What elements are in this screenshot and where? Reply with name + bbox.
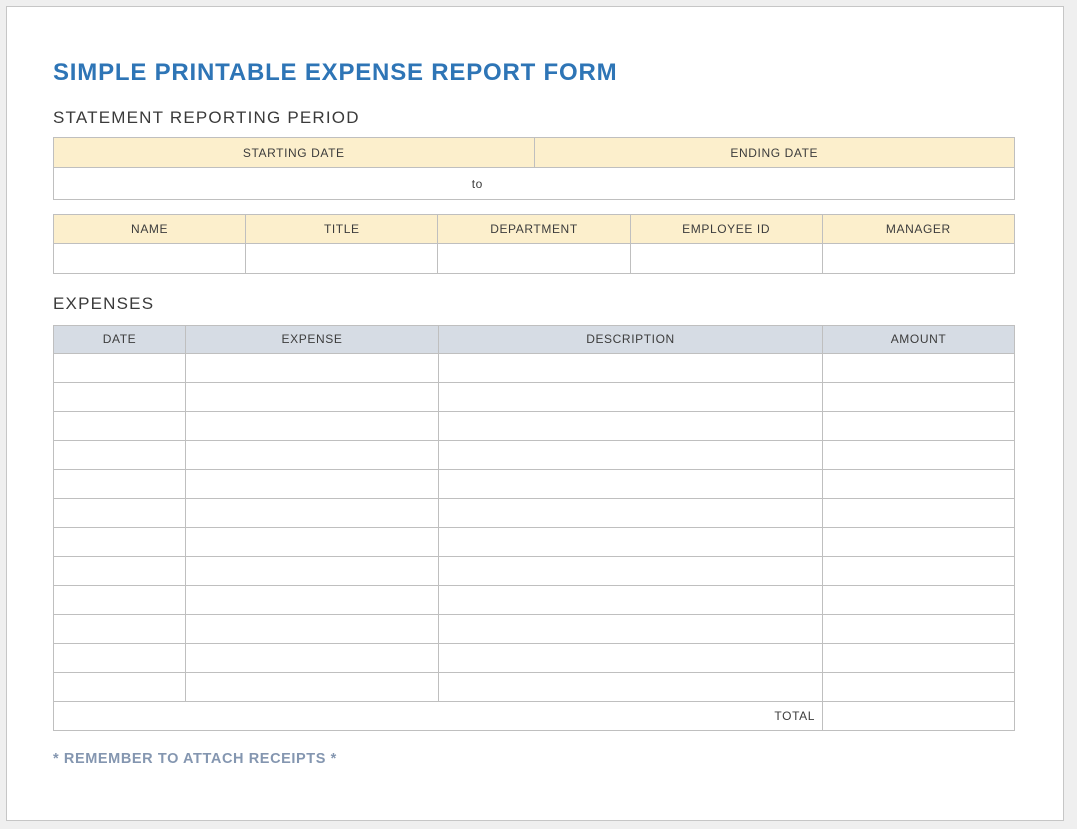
expense-cell[interactable] [439,643,823,672]
expense-cell[interactable] [186,440,439,469]
expense-cell[interactable] [54,614,186,643]
department-cell[interactable] [438,244,630,274]
expense-row [54,469,1015,498]
expense-cell[interactable] [439,469,823,498]
description-header: DESCRIPTION [439,325,823,353]
manager-cell[interactable] [822,244,1014,274]
total-label: TOTAL [54,701,823,730]
expense-cell[interactable] [823,614,1015,643]
expense-cell[interactable] [823,585,1015,614]
expense-cell[interactable] [439,498,823,527]
expense-cell[interactable] [439,411,823,440]
expenses-table: DATE EXPENSE DESCRIPTION AMOUNT TOTAL [53,325,1015,731]
viewport-background-strip [0,821,1077,829]
reporting-period-header-row: STARTING DATE ENDING DATE [54,138,1015,168]
employee-id-cell[interactable] [630,244,822,274]
reporting-period-value-row: to [54,168,1015,200]
manager-header: MANAGER [822,215,1014,244]
expense-row [54,353,1015,382]
expense-cell[interactable] [823,440,1015,469]
expense-cell[interactable] [823,469,1015,498]
expense-rows [54,353,1015,701]
expense-cell[interactable] [823,353,1015,382]
expense-row [54,498,1015,527]
attach-receipts-note: * REMEMBER TO ATTACH RECEIPTS * [53,752,1014,767]
to-separator-label: to [472,177,483,191]
expense-cell[interactable] [186,527,439,556]
expense-row [54,672,1015,701]
expense-cell[interactable] [186,556,439,585]
ending-date-header: ENDING DATE [534,138,1015,168]
employee-id-header: EMPLOYEE ID [630,215,822,244]
document-content: SIMPLE PRINTABLE EXPENSE REPORT FORM STA… [53,7,1014,767]
expense-cell[interactable] [823,382,1015,411]
expense-cell[interactable] [439,440,823,469]
expense-cell[interactable] [54,498,186,527]
expense-cell[interactable] [823,411,1015,440]
expense-cell[interactable] [823,672,1015,701]
expense-cell[interactable] [439,353,823,382]
total-amount-cell[interactable] [823,701,1015,730]
document-page: SIMPLE PRINTABLE EXPENSE REPORT FORM STA… [6,6,1064,821]
expense-cell[interactable] [186,672,439,701]
expense-cell[interactable] [186,585,439,614]
employee-info-table: NAME TITLE DEPARTMENT EMPLOYEE ID MANAGE… [53,214,1015,274]
expense-cell[interactable] [186,411,439,440]
expense-cell[interactable] [54,585,186,614]
expense-cell[interactable] [54,556,186,585]
expense-cell[interactable] [54,411,186,440]
expense-cell[interactable] [439,585,823,614]
date-header: DATE [54,325,186,353]
expense-row [54,527,1015,556]
expenses-heading: EXPENSES [53,295,1014,313]
starting-date-header: STARTING DATE [54,138,535,168]
expense-cell[interactable] [439,382,823,411]
expense-cell[interactable] [54,440,186,469]
department-header: DEPARTMENT [438,215,630,244]
expenses-header-row: DATE EXPENSE DESCRIPTION AMOUNT [54,325,1015,353]
reporting-period-heading: STATEMENT REPORTING PERIOD [53,109,1014,127]
expense-cell[interactable] [823,643,1015,672]
expense-row [54,643,1015,672]
expense-cell[interactable] [823,527,1015,556]
expense-cell[interactable] [54,353,186,382]
expense-row [54,382,1015,411]
expense-cell[interactable] [439,672,823,701]
title-cell[interactable] [246,244,438,274]
expense-row [54,411,1015,440]
expense-cell[interactable] [54,643,186,672]
expense-cell[interactable] [54,382,186,411]
amount-header: AMOUNT [823,325,1015,353]
expense-cell[interactable] [54,469,186,498]
total-row: TOTAL [54,701,1015,730]
expense-cell[interactable] [186,382,439,411]
expense-cell[interactable] [186,498,439,527]
employee-info-value-row [54,244,1015,274]
expense-cell[interactable] [439,527,823,556]
expense-cell[interactable] [54,672,186,701]
expense-row [54,556,1015,585]
expense-row [54,585,1015,614]
reporting-period-value-cell[interactable]: to [54,168,1015,200]
expense-header: EXPENSE [186,325,439,353]
expense-cell[interactable] [186,643,439,672]
expense-row [54,440,1015,469]
expense-cell[interactable] [823,498,1015,527]
expense-cell[interactable] [186,469,439,498]
employee-info-header-row: NAME TITLE DEPARTMENT EMPLOYEE ID MANAGE… [54,215,1015,244]
expense-cell[interactable] [823,556,1015,585]
expense-cell[interactable] [186,353,439,382]
page-title: SIMPLE PRINTABLE EXPENSE REPORT FORM [53,60,1014,85]
expense-cell[interactable] [439,614,823,643]
title-header: TITLE [246,215,438,244]
expense-cell[interactable] [439,556,823,585]
name-cell[interactable] [54,244,246,274]
name-header: NAME [54,215,246,244]
expense-cell[interactable] [186,614,439,643]
expense-cell[interactable] [54,527,186,556]
reporting-period-table: STARTING DATE ENDING DATE to [53,137,1015,200]
expense-row [54,614,1015,643]
